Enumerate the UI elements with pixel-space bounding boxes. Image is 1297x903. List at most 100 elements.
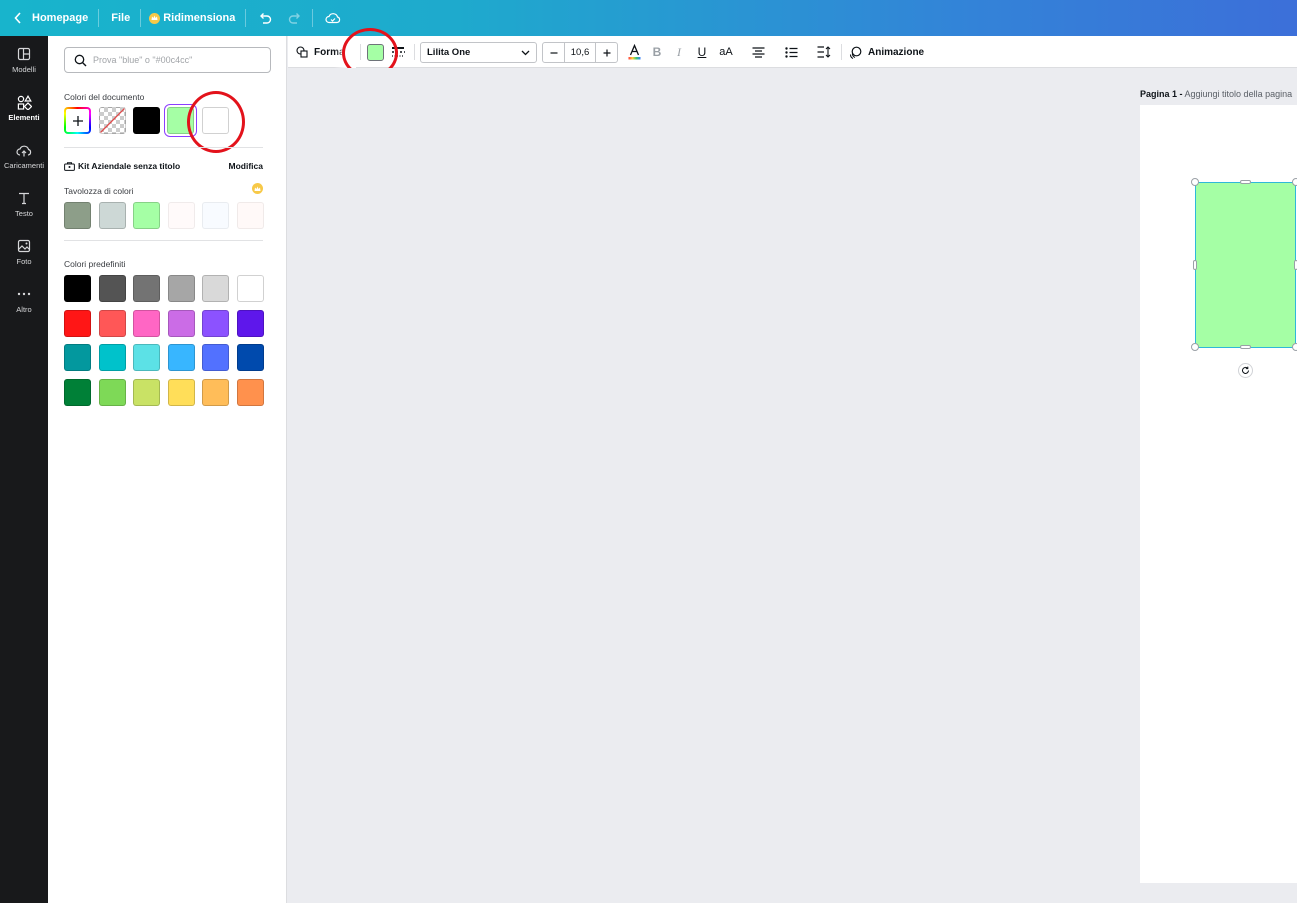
undo-button[interactable]: [258, 0, 272, 36]
redo-button[interactable]: [288, 0, 302, 36]
fill-color-button[interactable]: [365, 36, 385, 68]
page-title-placeholder[interactable]: Aggiungi titolo della pagina: [1183, 89, 1293, 99]
rotate-handle[interactable]: [1238, 363, 1253, 378]
default-color-swatch[interactable]: [133, 344, 161, 371]
bold-button[interactable]: B: [648, 36, 666, 68]
add-color-button[interactable]: [64, 107, 91, 134]
document-color-swatch[interactable]: [167, 107, 194, 134]
bullet-list-icon: [784, 46, 798, 58]
rail-item-label: Modelli: [12, 65, 36, 74]
default-color-swatch[interactable]: [98, 344, 126, 371]
animation-icon: [849, 46, 862, 59]
align-center-button[interactable]: [749, 36, 767, 68]
palette-swatch[interactable]: [98, 202, 126, 229]
page-title[interactable]: Pagina 1 - Aggiungi titolo della pagina: [1140, 89, 1292, 99]
rail-item-more[interactable]: Altro: [0, 276, 48, 320]
default-color-swatch[interactable]: [167, 275, 195, 302]
resize-handle-top-right[interactable]: [1292, 178, 1297, 186]
home-label: Homepage: [32, 12, 89, 24]
chevron-down-icon: [521, 50, 530, 56]
default-color-swatch[interactable]: [64, 275, 91, 302]
font-family-dropdown[interactable]: Lilita One: [420, 42, 537, 63]
color-search: [64, 47, 271, 73]
resize-handle-top[interactable]: [1240, 180, 1251, 184]
default-color-swatch[interactable]: [167, 309, 195, 337]
photo-icon: [16, 238, 32, 254]
cloud-save-button[interactable]: [325, 0, 341, 36]
default-color-swatch[interactable]: [133, 275, 161, 302]
underline-button[interactable]: U: [693, 36, 711, 68]
palette-swatch[interactable]: [237, 202, 264, 229]
rail-item-uploads[interactable]: Caricamenti: [0, 132, 48, 176]
font-size-increase-button[interactable]: [595, 43, 617, 62]
rail-item-templates[interactable]: Modelli: [0, 36, 48, 80]
brand-kit-title: Kit Aziendale senza titolo: [78, 161, 181, 171]
resize-handle-left[interactable]: [1193, 260, 1197, 270]
default-color-swatch[interactable]: [167, 378, 195, 406]
text-color-button[interactable]: [625, 36, 643, 68]
resize-handle-bottom-right[interactable]: [1292, 343, 1297, 351]
rail-item-text[interactable]: Testo: [0, 180, 48, 224]
italic-button[interactable]: I: [670, 36, 688, 68]
canvas-area[interactable]: Pagina 1 - Aggiungi titolo della pagina: [288, 68, 1297, 903]
default-color-swatch[interactable]: [237, 309, 264, 337]
default-color-swatch[interactable]: [64, 344, 91, 371]
default-color-swatch[interactable]: [202, 275, 230, 302]
chevron-left-icon: [12, 12, 24, 24]
home-button[interactable]: Homepage: [12, 0, 88, 36]
file-menu-button[interactable]: File: [111, 0, 130, 36]
default-color-swatch[interactable]: [237, 378, 264, 406]
resize-handle-bottom-left[interactable]: [1191, 343, 1199, 351]
elements-icon: [16, 94, 32, 110]
rail-item-photos[interactable]: Foto: [0, 228, 48, 272]
rail-item-label: Caricamenti: [3, 161, 44, 170]
font-size-value[interactable]: 10,6: [565, 47, 595, 58]
rotate-icon: [1241, 366, 1250, 375]
font-size-decrease-button[interactable]: [543, 43, 565, 62]
document-color-swatch[interactable]: [202, 107, 229, 134]
spacing-button[interactable]: [815, 36, 833, 68]
list-button[interactable]: [782, 36, 800, 68]
default-color-swatch[interactable]: [202, 344, 230, 371]
resize-handle-bottom[interactable]: [1240, 345, 1251, 349]
palette-swatch[interactable]: [167, 202, 195, 229]
selected-rectangle-shape[interactable]: [1195, 182, 1296, 348]
default-color-swatch[interactable]: [64, 309, 91, 337]
palette-swatch[interactable]: [202, 202, 230, 229]
rail-item-elements[interactable]: Elementi: [0, 84, 48, 128]
search-icon: [74, 54, 87, 67]
palette-swatch[interactable]: [64, 202, 91, 229]
color-search-input[interactable]: [93, 55, 253, 65]
default-color-swatch[interactable]: [133, 309, 161, 337]
default-color-swatch[interactable]: [98, 275, 126, 302]
default-color-swatch[interactable]: [167, 344, 195, 371]
resize-handle-top-left[interactable]: [1191, 178, 1199, 186]
palette-swatch[interactable]: [133, 202, 161, 229]
default-color-swatch[interactable]: [98, 378, 126, 406]
divider: [360, 44, 361, 60]
brand-kit-edit-link[interactable]: Modifica: [229, 161, 263, 171]
fill-color-swatch: [366, 43, 384, 61]
file-label: File: [111, 12, 131, 24]
default-color-swatch[interactable]: [237, 344, 264, 371]
default-color-swatch[interactable]: [98, 309, 126, 337]
font-name: Lilita One: [427, 47, 471, 58]
transparent-swatch[interactable]: [99, 107, 126, 134]
default-color-swatch[interactable]: [133, 378, 161, 406]
line-spacing-icon: [817, 46, 831, 58]
default-color-swatch[interactable]: [64, 378, 91, 406]
font-size-stepper: 10,6: [542, 42, 618, 63]
shape-icon: [296, 46, 308, 58]
color-panel: Colori del documento Kit Aziendale senza…: [48, 36, 287, 903]
text-color-icon: [628, 44, 641, 60]
border-style-button[interactable]: [390, 36, 406, 68]
letter-case-button[interactable]: aA: [716, 36, 736, 68]
default-color-swatch[interactable]: [202, 309, 230, 337]
document-colors-title: Colori del documento: [64, 92, 145, 102]
animation-button[interactable]: Animazione: [849, 36, 927, 68]
resize-button[interactable]: Ridimensiona: [149, 0, 235, 36]
rail-item-label: Testo: [15, 209, 33, 218]
default-color-swatch[interactable]: [237, 275, 264, 302]
default-color-swatch[interactable]: [202, 378, 230, 406]
document-color-swatch[interactable]: [133, 107, 160, 134]
